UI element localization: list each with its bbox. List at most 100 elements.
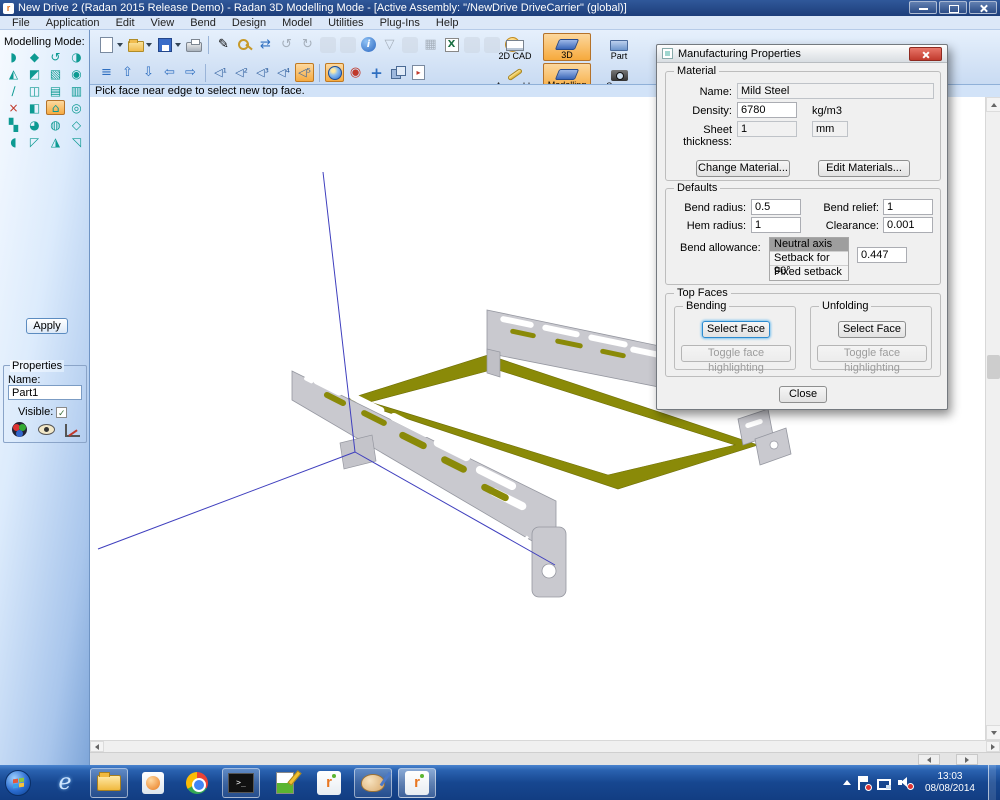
info-icon[interactable]: i bbox=[359, 35, 378, 54]
taskbar-clock[interactable]: 13:03 08/08/2014 bbox=[919, 771, 981, 795]
new-icon[interactable] bbox=[97, 35, 116, 54]
new-dropdown-icon[interactable] bbox=[117, 43, 123, 47]
modelling-tool-icon-17[interactable]: ▚ bbox=[4, 117, 23, 132]
dialog-close-icon[interactable] bbox=[909, 47, 942, 61]
taskbar-nesting-app[interactable] bbox=[266, 768, 304, 798]
front-rail-panel[interactable] bbox=[292, 371, 566, 597]
minimize-button[interactable] bbox=[909, 1, 937, 14]
modelling-tool-icon-11[interactable]: ▤ bbox=[46, 83, 65, 98]
print-icon[interactable] bbox=[184, 35, 203, 54]
taskbar-paint-app[interactable] bbox=[354, 768, 392, 798]
taskbar-radan-app-2-active[interactable]: r bbox=[398, 768, 436, 798]
taskbar-media-player[interactable] bbox=[134, 768, 172, 798]
edit-materials-button[interactable]: Edit Materials... bbox=[818, 160, 910, 177]
bend-radius-field[interactable]: 0.5 bbox=[751, 199, 801, 215]
modelling-tool-icon-1[interactable]: ◗ bbox=[4, 49, 23, 64]
show-desktop-button[interactable] bbox=[988, 765, 996, 800]
start-button[interactable] bbox=[5, 770, 31, 796]
scroll-up-icon[interactable] bbox=[986, 97, 1000, 112]
taskbar-chrome[interactable] bbox=[178, 768, 216, 798]
menu-view[interactable]: View bbox=[143, 17, 183, 29]
modelling-tool-icon-20[interactable]: ◇ bbox=[67, 117, 86, 132]
grid-icon[interactable]: ▦ bbox=[421, 35, 440, 54]
visibility-eye-icon[interactable] bbox=[38, 424, 55, 435]
dialog-close-button[interactable]: Close bbox=[779, 386, 827, 403]
bending-select-face-button[interactable]: Select Face bbox=[702, 321, 770, 338]
mode-part-button[interactable]: Part bbox=[595, 33, 643, 61]
unfolding-toggle-highlight-button[interactable]: Toggle face highlighting bbox=[817, 345, 927, 362]
move-right-icon[interactable]: ⇨ bbox=[181, 63, 200, 82]
hem-radius-field[interactable]: 1 bbox=[751, 217, 801, 233]
density-field[interactable]: 6780 bbox=[737, 102, 797, 118]
colour-sphere-icon[interactable] bbox=[12, 422, 27, 437]
view-4-icon[interactable]: ◁⁴ bbox=[274, 63, 293, 82]
modelling-tool-icon-2[interactable]: ◆ bbox=[25, 49, 44, 64]
export-part-icon[interactable]: ▸ bbox=[409, 63, 428, 82]
modelling-tool-icon-18[interactable]: ◕ bbox=[25, 117, 44, 132]
tab-scroll-right-icon[interactable] bbox=[956, 754, 978, 765]
modelling-tool-icon-21[interactable]: ◖ bbox=[4, 134, 23, 149]
modelling-tool-icon-10[interactable]: ◫ bbox=[25, 83, 44, 98]
view-1-icon[interactable]: ◁¹ bbox=[211, 63, 230, 82]
bend-allowance-option-setback-90[interactable]: Setback for 90° bbox=[770, 252, 848, 266]
menu-design[interactable]: Design bbox=[224, 17, 274, 29]
part-name-field[interactable]: Part1 bbox=[8, 385, 82, 400]
restore-button[interactable] bbox=[939, 1, 967, 14]
move-left-icon[interactable]: ⇦ bbox=[160, 63, 179, 82]
view-2-icon[interactable]: ◁² bbox=[232, 63, 251, 82]
modelling-tool-icon-23[interactable]: ◮ bbox=[46, 134, 65, 149]
modelling-tool-icon-9[interactable]: ∕ bbox=[4, 83, 23, 98]
modelling-tool-icon-16[interactable]: ◎ bbox=[67, 100, 86, 115]
mode-2d-cad-button[interactable]: 2D CAD bbox=[491, 33, 539, 61]
modelling-tool-icon-22[interactable]: ◸ bbox=[25, 134, 44, 149]
close-window-button[interactable] bbox=[969, 1, 997, 14]
menu-model[interactable]: Model bbox=[274, 17, 320, 29]
bending-toggle-highlight-button[interactable]: Toggle face highlighting bbox=[681, 345, 791, 362]
save-icon[interactable] bbox=[155, 35, 174, 54]
modelling-tool-icon-6[interactable]: ◩ bbox=[25, 66, 44, 81]
taskbar-radan-app-1[interactable]: r bbox=[310, 768, 348, 798]
datum-axes-icon[interactable] bbox=[65, 424, 80, 437]
delete-tool-icon[interactable]: × bbox=[4, 100, 23, 115]
taskbar-command-prompt[interactable]: >_ bbox=[222, 768, 260, 798]
vertical-scroll-thumb[interactable] bbox=[987, 355, 1000, 379]
move-down-icon[interactable]: ⇩ bbox=[139, 63, 158, 82]
modelling-tool-icon-8[interactable]: ◉ bbox=[67, 66, 86, 81]
open-icon[interactable] bbox=[126, 35, 145, 54]
visible-checkbox[interactable]: ✓ bbox=[56, 407, 67, 418]
taskbar-file-explorer[interactable] bbox=[90, 768, 128, 798]
change-material-button[interactable]: Change Material... bbox=[696, 160, 790, 177]
menu-edit[interactable]: Edit bbox=[108, 17, 143, 29]
show-hidden-icons-icon[interactable] bbox=[843, 776, 851, 785]
edit-pencil-icon[interactable]: ✎ bbox=[214, 35, 233, 54]
tab-scroll-left-icon[interactable] bbox=[918, 754, 940, 765]
menu-bend[interactable]: Bend bbox=[182, 17, 224, 29]
key-icon[interactable] bbox=[235, 35, 254, 54]
modelling-tool-icon-19[interactable]: ◍ bbox=[46, 117, 65, 132]
save-dropdown-icon[interactable] bbox=[175, 43, 181, 47]
menu-plugins[interactable]: Plug-Ins bbox=[372, 17, 428, 29]
target-icon[interactable]: ◉ bbox=[346, 63, 365, 82]
excel-export-icon[interactable]: X bbox=[442, 35, 461, 54]
apply-button[interactable]: Apply bbox=[26, 318, 68, 334]
shaded-view-icon-selected[interactable] bbox=[325, 63, 344, 82]
move-up-icon[interactable]: ⇧ bbox=[118, 63, 137, 82]
modelling-tool-icon-24[interactable]: ◹ bbox=[67, 134, 86, 149]
undo-icon[interactable]: ↺ bbox=[277, 35, 296, 54]
volume-muted-icon[interactable] bbox=[898, 776, 912, 789]
network-icon[interactable] bbox=[877, 777, 891, 789]
action-center-icon[interactable] bbox=[858, 776, 870, 790]
reorder-icon[interactable]: ≡ bbox=[97, 63, 116, 82]
open-dropdown-icon[interactable] bbox=[146, 43, 152, 47]
dialog-titlebar[interactable]: Manufacturing Properties bbox=[657, 45, 947, 63]
modelling-tool-icon-3[interactable]: ↺ bbox=[46, 49, 65, 64]
set-top-face-tool-icon-selected[interactable]: ⌂ bbox=[46, 100, 65, 115]
modelling-tool-icon-4[interactable]: ◑ bbox=[67, 49, 86, 64]
scroll-down-icon[interactable] bbox=[986, 725, 1000, 740]
view-3-icon[interactable]: ◁³ bbox=[253, 63, 272, 82]
horizontal-scrollbar[interactable] bbox=[90, 740, 1000, 752]
manufacturing-properties-dialog[interactable]: Manufacturing Properties Material Name: … bbox=[656, 44, 948, 410]
modelling-tool-icon-12[interactable]: ▥ bbox=[67, 83, 86, 98]
modelling-tool-icon-5[interactable]: ◭ bbox=[4, 66, 23, 81]
mode-3d-button-active[interactable]: 3D bbox=[543, 33, 591, 61]
